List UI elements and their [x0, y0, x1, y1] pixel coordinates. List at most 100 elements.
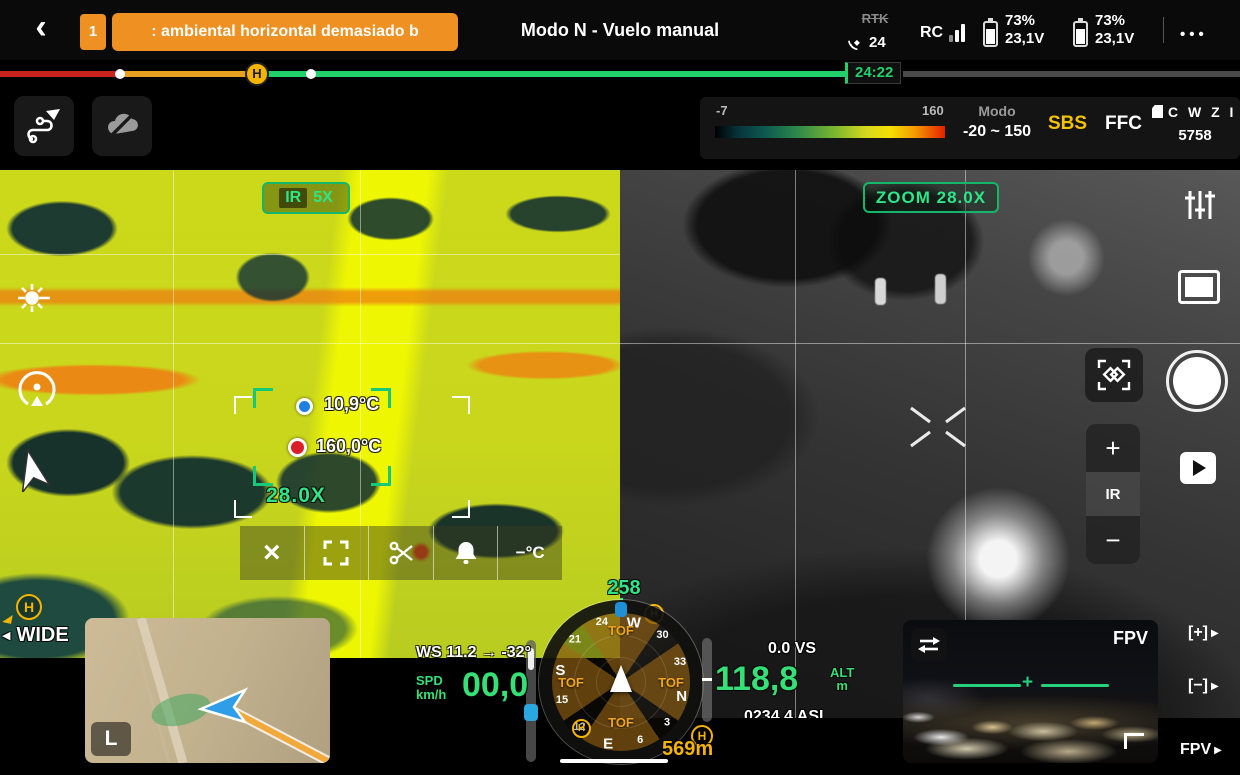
signal-bars-icon	[949, 24, 965, 42]
satellite-icon	[848, 34, 865, 51]
tof-label: TOF	[554, 675, 588, 690]
alarm-button[interactable]	[434, 526, 499, 580]
mission-timeline[interactable]: H 24:22	[0, 60, 1240, 86]
cloud-offline-button[interactable]	[92, 96, 152, 156]
right-triangle-icon: ▶	[1211, 681, 1219, 692]
crosshair-icon	[903, 402, 973, 452]
divider	[1163, 17, 1164, 43]
altitude-units: ALT m	[830, 666, 854, 692]
horizon-center-mark: +	[1022, 672, 1033, 694]
battery1-info: 73% 23,1V	[1005, 12, 1044, 48]
battery1-icon[interactable]	[983, 21, 998, 47]
thermal-palette-bar[interactable]	[715, 126, 945, 138]
shutter-button[interactable]	[1166, 350, 1228, 412]
gimbal-pitch-icon	[14, 362, 60, 412]
exposure-sun-icon[interactable]	[10, 276, 54, 320]
heading-marker	[615, 602, 627, 617]
vertical-speed: 0.0 VS	[768, 640, 816, 658]
fpv-thumbnail[interactable]: FPV +	[903, 620, 1158, 763]
ir-zoom-value: 5X	[313, 189, 333, 207]
asl-value: 0234.4 ASL	[744, 708, 829, 718]
waypoint-route-icon	[24, 106, 64, 146]
compass-label: 33	[668, 656, 692, 670]
home-marker: H	[572, 719, 591, 738]
speed-units: SPD km/h	[416, 674, 446, 702]
cloud-off-icon	[102, 106, 142, 146]
speed-value: 00,0	[462, 666, 528, 705]
wide-camera-switch[interactable]: ◀ WIDE	[2, 624, 69, 647]
camera-settings-button[interactable]	[1181, 186, 1219, 224]
shutter-inner	[1173, 357, 1221, 405]
flight-app: IR 5X 10	[0, 0, 1240, 775]
back-button[interactable]: ‹	[24, 12, 58, 46]
compass-label: 30	[650, 629, 674, 643]
top-status-bar: ‹ 1 : ambiental horizontal demasiado b M…	[0, 0, 1240, 60]
gimbal-zoom-out-button[interactable]: [−] ▶	[1188, 677, 1219, 695]
waypoint-mission-button[interactable]	[14, 96, 74, 156]
swap-view-button[interactable]	[911, 628, 947, 662]
gps-status[interactable]: 24	[848, 32, 908, 52]
ffc-button[interactable]: FFC	[1105, 113, 1142, 135]
cold-spot-temp: 10,9°C	[324, 394, 379, 415]
scissors-icon	[388, 540, 414, 566]
close-measure-button[interactable]: ×	[240, 526, 305, 580]
warning-count-badge[interactable]: 1	[80, 14, 106, 50]
grid-line	[173, 170, 174, 658]
bell-icon	[454, 540, 478, 566]
heading-value: 258	[600, 577, 648, 600]
compass-label: 3	[655, 716, 679, 730]
aircraft-heading-icon	[12, 448, 52, 492]
battery1-voltage: 23,1V	[1005, 30, 1044, 48]
compass-label: E	[596, 736, 620, 750]
grid-line	[795, 170, 796, 718]
slider-handle[interactable]	[524, 704, 538, 721]
ir-toggle-label[interactable]: IR	[1086, 472, 1140, 516]
home-direction-arrow-icon	[2, 613, 13, 624]
battery2-percent: 73%	[1095, 12, 1134, 30]
temp-unit-label: −°C	[516, 543, 545, 563]
cold-spot-dot	[296, 398, 313, 415]
timeline-segment-red	[0, 71, 120, 77]
thermal-settings-bar: -7 160 Modo -20 ~ 150 SBS FFC C W Z I 57…	[700, 97, 1240, 159]
zoom-out-button[interactable]: −	[1086, 516, 1140, 564]
sbs-mode-button[interactable]: SBS	[1048, 113, 1087, 135]
warning-banner[interactable]: : ambiental horizontal demasiado b	[112, 13, 458, 51]
link-focus-button[interactable]	[1085, 348, 1143, 402]
zoom-control-stack: + IR −	[1086, 424, 1140, 564]
zoom-level-badge[interactable]: ZOOM 28.0X	[863, 182, 999, 213]
pip-view-button[interactable]	[1178, 270, 1220, 304]
scale-line	[560, 759, 668, 763]
scale-min: -7	[716, 103, 728, 118]
timeline-waypoint-dot	[115, 69, 125, 79]
playback-button[interactable]	[1180, 452, 1216, 484]
expand-measure-button[interactable]	[305, 526, 370, 580]
temp-unit-button[interactable]: −°C	[498, 526, 562, 580]
gimbal-zoom-in-button[interactable]: [+] ▶	[1188, 624, 1219, 642]
more-menu-button[interactable]: •••	[1180, 26, 1208, 43]
compass-label: S	[548, 662, 572, 676]
fpv-switch-button[interactable]: FPV ▶	[1180, 741, 1222, 759]
measure-toolbar: × −°C	[240, 526, 562, 580]
ir-video-feed[interactable]: IR 5X 10	[0, 170, 620, 658]
fpv-label: FPV	[1113, 628, 1148, 649]
grid-line	[620, 343, 1240, 344]
satellite-count: 24	[869, 34, 886, 51]
alt-unit: m	[830, 679, 854, 692]
map-corner-label: L	[91, 722, 131, 756]
rtk-status[interactable]: RTK	[852, 11, 898, 26]
swap-arrows-icon	[917, 634, 941, 656]
altitude-value: 118,8	[715, 660, 798, 699]
zoom-in-button[interactable]: +	[1086, 424, 1140, 472]
grid-line	[0, 254, 620, 255]
bar-center-tick	[702, 678, 712, 681]
map-thumbnail[interactable]: L	[85, 618, 330, 763]
hot-spot-temp: 160,0°C	[316, 436, 381, 457]
battery2-icon[interactable]	[1073, 21, 1088, 47]
spd-label: SPD	[416, 674, 446, 688]
ir-zoom-badge[interactable]: IR 5X	[262, 182, 350, 214]
battery2-voltage: 23,1V	[1095, 30, 1134, 48]
modo-range[interactable]: -20 ~ 150	[944, 123, 1050, 141]
plus-bracket-label: [+]	[1188, 624, 1208, 642]
cut-region-button[interactable]	[369, 526, 434, 580]
rc-signal[interactable]: RC	[920, 24, 965, 42]
